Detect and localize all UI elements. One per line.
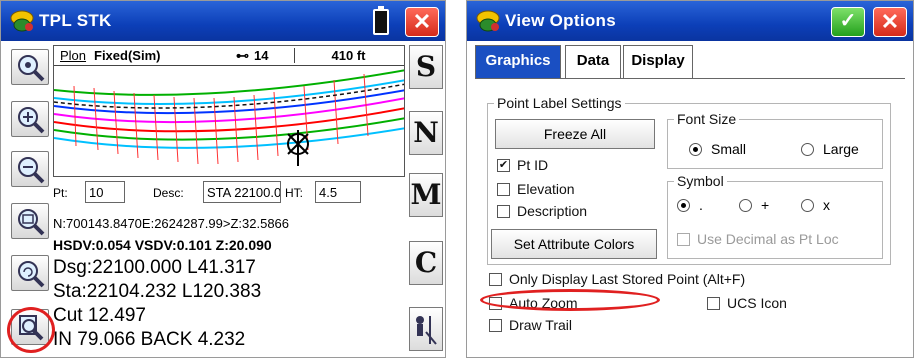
surveyor-icon <box>416 316 437 345</box>
close-button[interactable]: ✕ <box>405 7 439 37</box>
zoom-in-icon <box>18 107 45 134</box>
title-bar: TPL STK ✕ <box>1 1 445 41</box>
close-button[interactable]: ✕ <box>873 7 907 37</box>
window-title: View Options <box>505 11 616 30</box>
tab-data[interactable]: Data <box>565 45 621 79</box>
window-title: TPL STK <box>39 11 112 30</box>
satellite-count: 14 <box>254 48 269 63</box>
ht-input[interactable]: 4.5 <box>315 181 361 203</box>
station-readout: Sta:22104.232 L120.383 <box>53 281 262 302</box>
map-status-bar: Plon Fixed(Sim) ⊷ 14 410 ft <box>54 46 404 66</box>
zoom-extents-button[interactable] <box>11 49 49 85</box>
ok-button[interactable]: ✓ <box>831 7 865 37</box>
map-scale: 410 ft <box>294 48 402 63</box>
point-label-group-title: Point Label Settings <box>494 95 625 111</box>
pt-input[interactable]: 10 <box>85 181 125 203</box>
side-button-c[interactable]: C <box>409 241 443 285</box>
stakeout-window: TPL STK ✕ Plon Fixed(Sim) ⊷ 14 410 ft S … <box>0 0 446 358</box>
set-attribute-colors-button[interactable]: Set Attribute Colors <box>491 229 657 259</box>
title-bar: View Options ✓ ✕ <box>467 1 913 41</box>
plan-tab[interactable]: Plon <box>60 48 86 63</box>
symbol-group: Symbol <box>667 173 883 259</box>
side-button-n[interactable]: N <box>409 111 443 155</box>
surveyor-button[interactable] <box>409 307 443 351</box>
in-back-readout: IN 79.066 BACK 4.232 <box>53 329 246 350</box>
freeze-all-button[interactable]: Freeze All <box>495 119 655 149</box>
side-button-m[interactable]: M <box>409 173 443 217</box>
pt-label: Pt: <box>53 186 68 200</box>
symbol-group-title: Symbol <box>674 173 727 189</box>
zoom-out-button[interactable] <box>11 151 49 187</box>
app-logo-icon <box>10 10 34 32</box>
satellite-icon: ⊷ <box>236 48 249 63</box>
highlight-ellipse <box>480 289 660 311</box>
point-fields: Pt: 10 Desc: STA 22100.0 HT: 4.5 <box>53 177 405 207</box>
precision-readout: HSDV:0.054 VSDV:0.101 Z:20.090 <box>53 237 272 253</box>
tab-graphics[interactable]: Graphics <box>475 45 561 79</box>
highlight-circle <box>7 307 55 353</box>
desc-label: Desc: <box>153 186 184 200</box>
pt-id-check: ✔ <box>497 159 510 172</box>
font-size-group-title: Font Size <box>674 111 740 127</box>
zoom-out-icon <box>18 157 45 184</box>
coordinates-readout: N:700143.8470E:2624287.99>Z:32.5866 <box>53 216 290 231</box>
tab-display[interactable]: Display <box>623 45 693 79</box>
zoom-previous-icon <box>18 261 45 288</box>
zoom-previous-button[interactable] <box>11 255 49 291</box>
zoom-in-button[interactable] <box>11 101 49 137</box>
design-station-readout: Dsg:22100.000 L41.317 <box>53 257 256 278</box>
tab-divider <box>475 78 905 79</box>
desc-input[interactable]: STA 22100.0 <box>203 181 281 203</box>
zoom-window-icon <box>18 209 45 236</box>
zoom-extents-icon <box>18 55 45 82</box>
gps-status: Fixed(Sim) <box>94 48 161 63</box>
map-view[interactable]: Plon Fixed(Sim) ⊷ 14 410 ft <box>53 45 405 177</box>
alignment-drawing <box>54 69 404 166</box>
battery-icon <box>373 6 389 35</box>
rover-icon <box>287 130 309 166</box>
ht-label: HT: <box>285 186 303 200</box>
cut-readout: Cut 12.497 <box>53 305 146 326</box>
side-button-s[interactable]: S <box>409 45 443 89</box>
zoom-window-button[interactable] <box>11 203 49 239</box>
app-logo-icon <box>476 10 500 32</box>
